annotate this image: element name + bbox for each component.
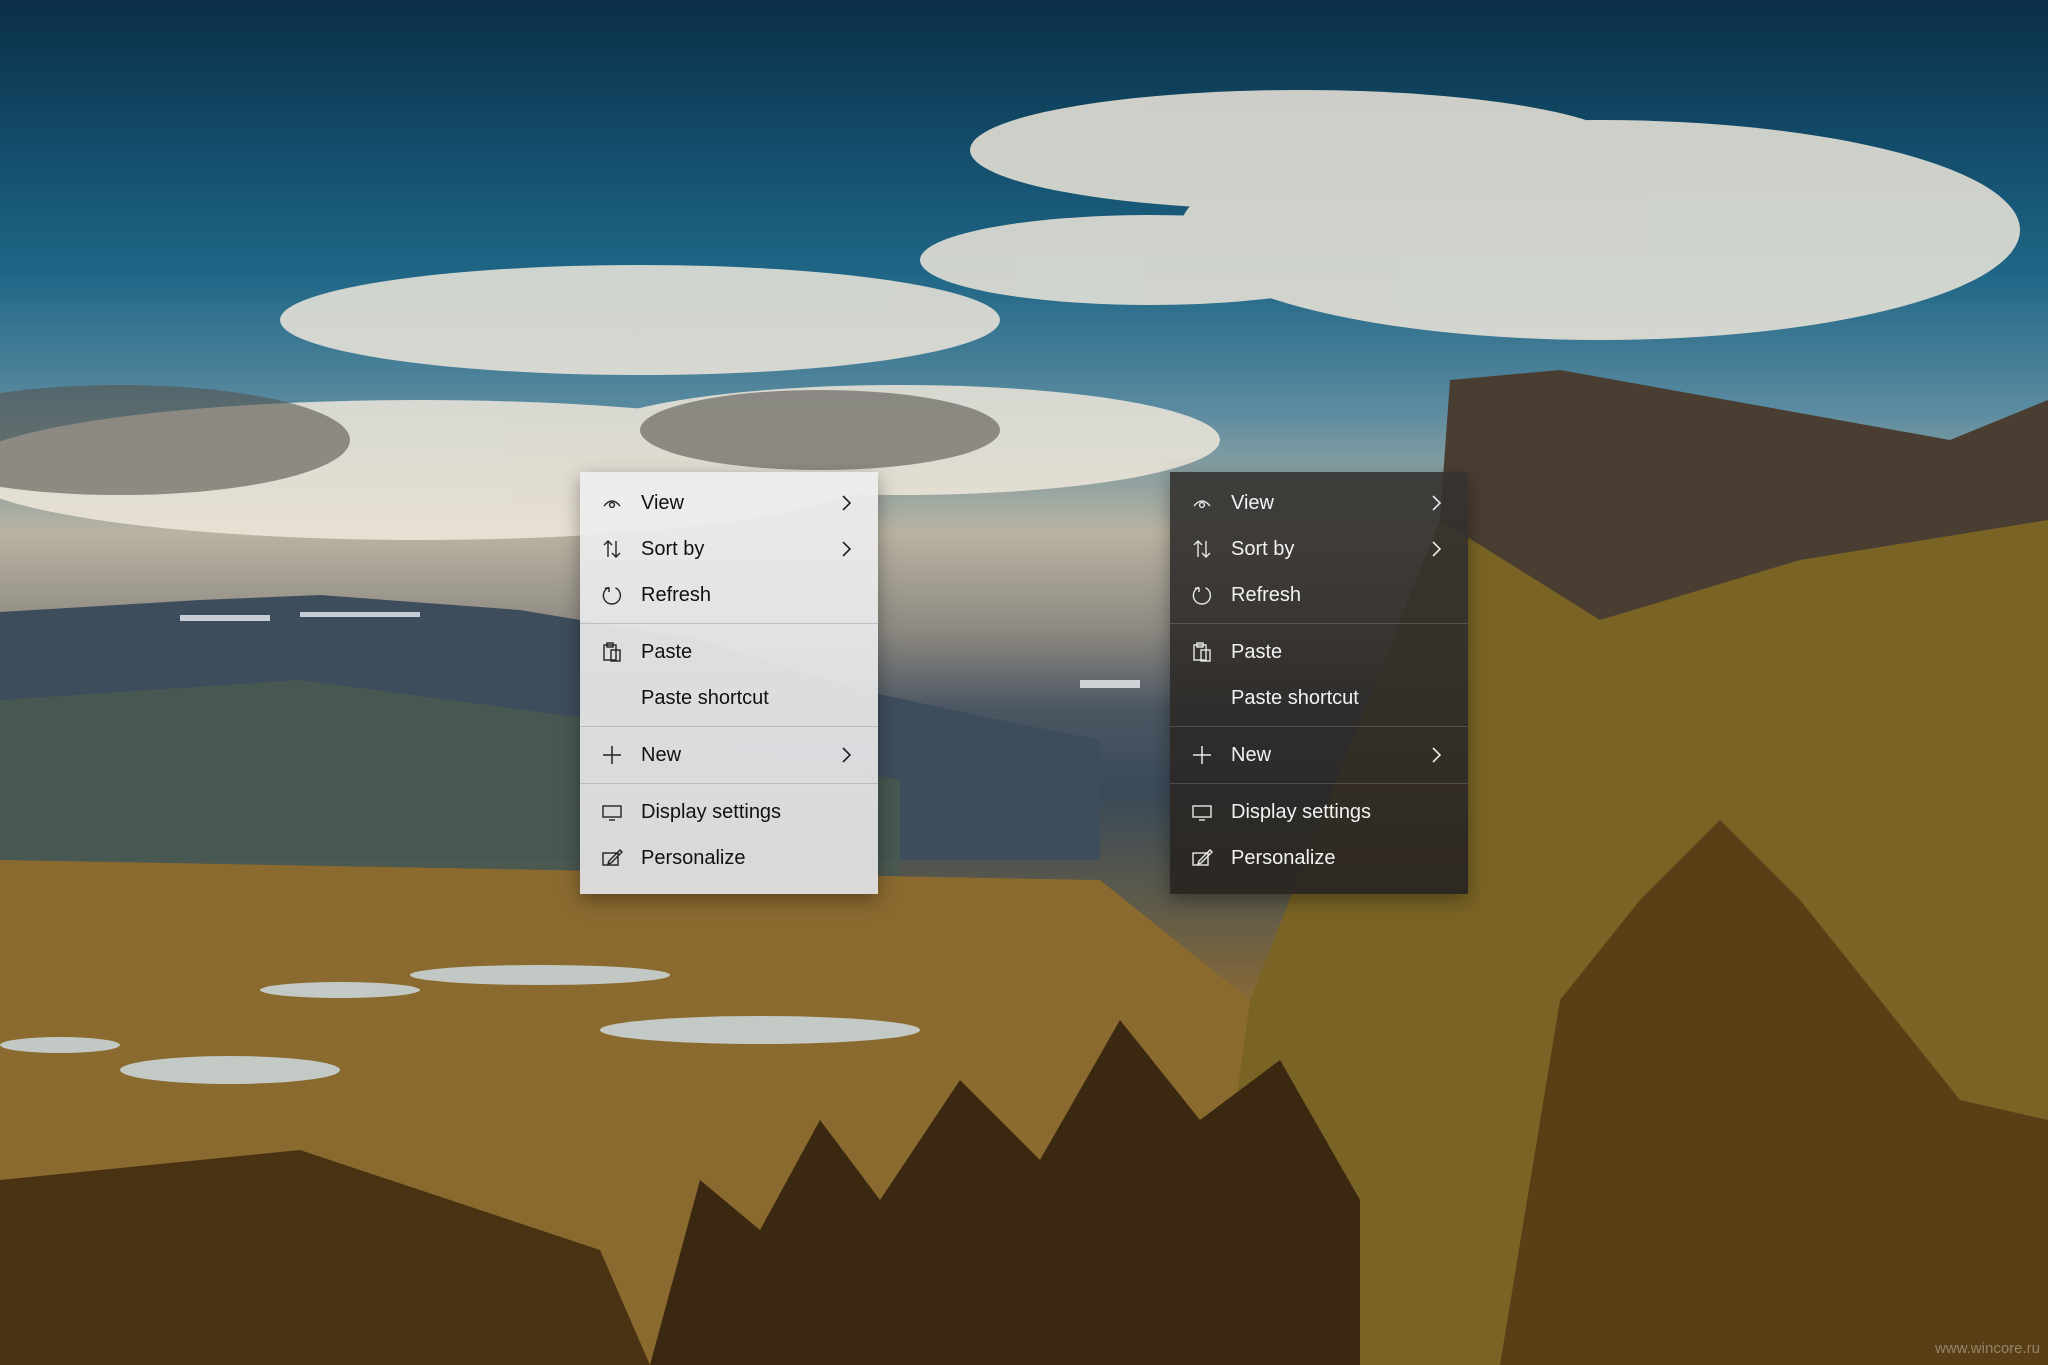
menu-item-label: Refresh	[641, 583, 712, 606]
menu-item-label: Sort by	[1231, 537, 1295, 560]
chevron-right-icon	[842, 747, 852, 763]
menu-item-new[interactable]: New	[580, 732, 878, 778]
menu-item-view[interactable]: View	[580, 480, 878, 526]
clipboard-icon	[1190, 640, 1214, 664]
menu-item-paste-shortcut[interactable]: Paste shortcut	[1170, 675, 1468, 721]
menu-item-label: New	[641, 743, 682, 766]
sort-arrows-icon	[600, 537, 624, 561]
chevron-right-icon	[842, 495, 852, 511]
clipboard-icon	[600, 640, 624, 664]
watermark: www.wincore.ru	[1934, 1340, 2040, 1357]
menu-item-personalize[interactable]: Personalize	[1170, 835, 1468, 881]
menu-item-paste[interactable]: Paste	[580, 629, 878, 675]
menu-item-label: View	[1231, 491, 1274, 514]
chevron-right-icon	[1432, 495, 1442, 511]
chevron-right-icon	[1432, 541, 1442, 557]
sort-arrows-icon	[1190, 537, 1214, 561]
menu-item-label: Refresh	[1231, 583, 1302, 606]
personalize-pen-icon	[600, 846, 624, 870]
plus-icon	[600, 743, 624, 767]
menu-item-paste-shortcut[interactable]: Paste shortcut	[580, 675, 878, 721]
menu-separator	[1170, 726, 1468, 727]
chevron-right-icon	[1432, 747, 1442, 763]
eye-icon	[600, 491, 624, 515]
menu-item-personalize[interactable]: Personalize	[580, 835, 878, 881]
desktop-wallpaper: www.wincore.ru	[0, 0, 2048, 1365]
menu-item-label: View	[641, 491, 684, 514]
menu-item-sort-by[interactable]: Sort by	[1170, 526, 1468, 572]
personalize-pen-icon	[1190, 846, 1214, 870]
menu-item-label: New	[1231, 743, 1272, 766]
plus-icon	[1190, 743, 1214, 767]
refresh-icon	[1190, 583, 1214, 607]
menu-item-label: Display settings	[1231, 800, 1372, 823]
menu-item-display-settings[interactable]: Display settings	[580, 789, 878, 835]
menu-separator	[580, 623, 878, 624]
monitor-icon	[600, 800, 624, 824]
menu-item-label: Paste	[1231, 640, 1283, 663]
chevron-right-icon	[842, 541, 852, 557]
menu-item-label: Paste shortcut	[641, 686, 769, 709]
menu-item-refresh[interactable]: Refresh	[580, 572, 878, 618]
context-menu-dark: View Sort by Refresh Paste Paste shortcu…	[1170, 472, 1468, 894]
context-menu-light: View Sort by Refresh Paste Paste shortcu…	[580, 472, 878, 894]
monitor-icon	[1190, 800, 1214, 824]
menu-item-new[interactable]: New	[1170, 732, 1468, 778]
menu-item-label: Paste	[641, 640, 693, 663]
eye-icon	[1190, 491, 1214, 515]
landscape-illustration	[0, 90, 2048, 1365]
menu-separator	[580, 783, 878, 784]
menu-item-label: Sort by	[641, 537, 705, 560]
menu-item-label: Personalize	[641, 846, 746, 869]
menu-separator	[1170, 623, 1468, 624]
menu-item-label: Display settings	[641, 800, 782, 823]
menu-item-display-settings[interactable]: Display settings	[1170, 789, 1468, 835]
refresh-icon	[600, 583, 624, 607]
menu-item-label: Paste shortcut	[1231, 686, 1359, 709]
menu-item-paste[interactable]: Paste	[1170, 629, 1468, 675]
menu-item-refresh[interactable]: Refresh	[1170, 572, 1468, 618]
menu-separator	[580, 726, 878, 727]
menu-separator	[1170, 783, 1468, 784]
menu-item-sort-by[interactable]: Sort by	[580, 526, 878, 572]
menu-item-label: Personalize	[1231, 846, 1336, 869]
menu-item-view[interactable]: View	[1170, 480, 1468, 526]
